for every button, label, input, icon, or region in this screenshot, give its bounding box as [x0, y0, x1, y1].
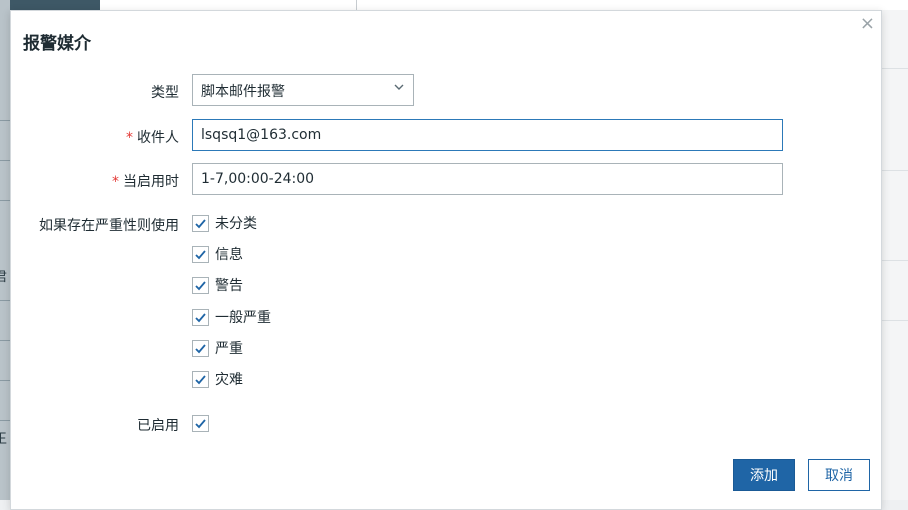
severity-option[interactable]: 信息 — [192, 243, 243, 265]
divider — [0, 340, 10, 341]
severity-option-label: 未分类 — [215, 216, 257, 232]
background-sidebar-text: 君 — [0, 270, 8, 285]
divider — [356, 0, 357, 10]
checkmark-icon — [195, 312, 206, 322]
divider — [0, 300, 10, 301]
enabled-label-text: 已启用 — [137, 418, 179, 434]
background-sidebar-text: 王 — [0, 432, 8, 447]
type-select-value: 脚本邮件报警 — [201, 84, 285, 100]
checkmark-icon — [195, 280, 206, 290]
required-mark: * — [112, 174, 119, 190]
checkmark-icon — [195, 418, 206, 428]
checkmark-icon — [195, 343, 206, 353]
add-button[interactable]: 添加 — [733, 459, 795, 491]
recipient-label-text: 收件人 — [137, 130, 179, 146]
background-right-panel — [882, 10, 908, 500]
checkbox[interactable] — [192, 308, 209, 326]
when-active-label: * 当启用时 — [71, 171, 179, 191]
enabled-label: 已启用 — [71, 415, 179, 435]
enabled-checkbox[interactable] — [192, 414, 209, 432]
when-active-label-text: 当启用时 — [123, 174, 179, 190]
divider — [882, 320, 908, 321]
divider — [882, 68, 908, 69]
required-mark: * — [126, 130, 133, 146]
severity-option[interactable]: 未分类 — [192, 212, 257, 234]
media-type-dialog: 报警媒介 × 类型 脚本邮件报警 *收件人 *当启用时 如果存在严重性则使用 未… — [10, 10, 882, 510]
checkbox[interactable] — [192, 245, 209, 263]
divider — [0, 420, 10, 421]
divider — [882, 260, 908, 261]
when-active-input[interactable] — [192, 163, 783, 195]
type-select[interactable]: 脚本邮件报警 — [192, 74, 414, 106]
checkbox[interactable] — [192, 276, 209, 294]
enabled-option[interactable] — [192, 412, 215, 434]
checkmark-icon — [195, 218, 206, 228]
divider — [0, 160, 10, 161]
checkmark-icon — [195, 249, 206, 259]
severity-option[interactable]: 灾难 — [192, 368, 243, 390]
close-icon[interactable]: × — [860, 15, 875, 33]
background-sidebar-strip — [0, 0, 10, 500]
divider — [882, 170, 908, 171]
type-label: 类型 — [71, 82, 179, 102]
checkbox[interactable] — [192, 339, 209, 357]
severity-option[interactable]: 严重 — [192, 337, 243, 359]
severity-option[interactable]: 警告 — [192, 274, 243, 296]
divider — [0, 380, 10, 381]
dialog-title: 报警媒介 — [23, 34, 91, 54]
severity-option-label: 警告 — [215, 278, 243, 294]
severity-label: 如果存在严重性则使用 — [15, 215, 179, 235]
cancel-button[interactable]: 取消 — [808, 459, 870, 491]
recipient-label: * 收件人 — [71, 127, 179, 147]
divider — [0, 120, 10, 121]
severity-option-label: 严重 — [215, 341, 243, 357]
chevron-down-icon — [393, 81, 405, 96]
severity-option-label: 灾难 — [215, 372, 243, 388]
severity-option-label: 一般严重 — [215, 310, 271, 326]
severity-option-label: 信息 — [215, 247, 243, 263]
checkbox[interactable] — [192, 370, 209, 388]
severity-option[interactable]: 一般严重 — [192, 306, 271, 328]
recipient-input[interactable] — [192, 119, 783, 151]
divider — [0, 200, 10, 201]
severity-label-text: 如果存在严重性则使用 — [39, 218, 179, 234]
checkbox[interactable] — [192, 214, 209, 232]
type-label-text: 类型 — [151, 85, 179, 101]
checkmark-icon — [195, 374, 206, 384]
